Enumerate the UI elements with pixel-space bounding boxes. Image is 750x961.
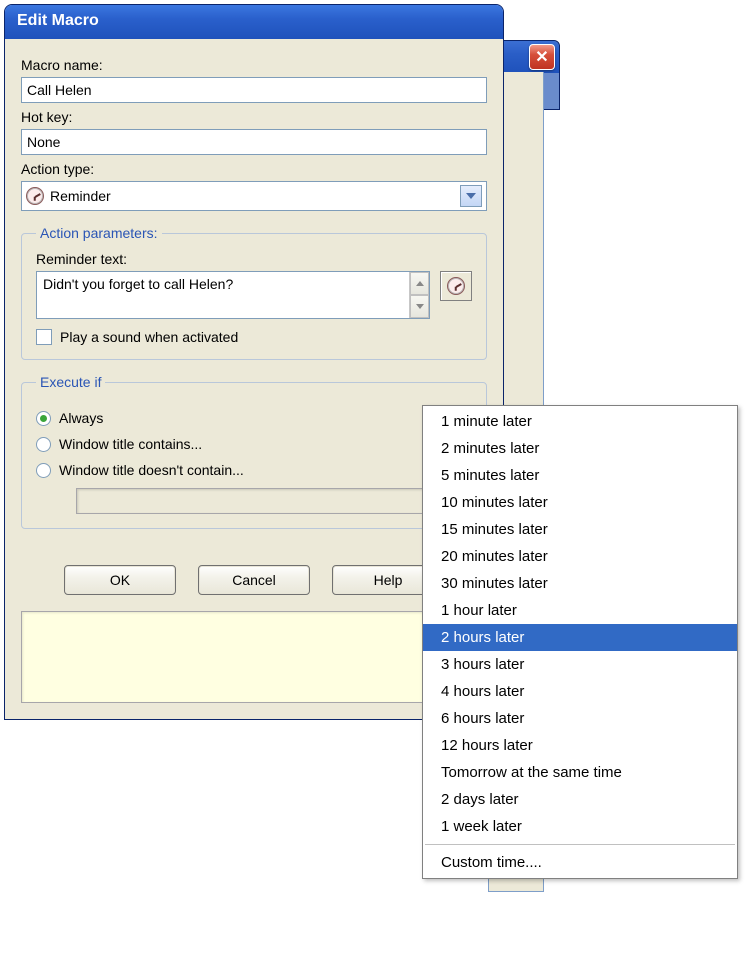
spin-up-button[interactable] [410, 272, 429, 295]
time-menu-item[interactable]: Tomorrow at the same time [423, 759, 737, 786]
close-icon: ✕ [535, 47, 548, 67]
chevron-down-icon [416, 304, 424, 309]
time-menu-item[interactable]: 3 hours later [423, 651, 737, 678]
execute-if-group: Execute if Always Window title contains.… [21, 374, 487, 529]
time-menu-item[interactable]: 5 minutes later [423, 462, 737, 489]
cancel-button[interactable]: Cancel [198, 565, 310, 595]
reminder-text-label: Reminder text: [36, 251, 472, 267]
action-type-value: Reminder [50, 188, 454, 204]
dialog-title: Edit Macro [5, 5, 503, 39]
time-menu-item[interactable]: 12 hours later [423, 732, 737, 759]
ok-button[interactable]: OK [64, 565, 176, 595]
title-match-input [76, 488, 472, 514]
radio-always[interactable] [36, 411, 51, 426]
hotkey-input[interactable] [21, 129, 487, 155]
reminder-text-input[interactable] [37, 272, 409, 318]
play-sound-checkbox[interactable] [36, 329, 52, 345]
radio-title-contains-row[interactable]: Window title contains... [36, 436, 472, 452]
hotkey-label: Hot key: [21, 109, 487, 125]
radio-title-contains[interactable] [36, 437, 51, 452]
macro-name-input[interactable] [21, 77, 487, 103]
reminder-time-button[interactable] [440, 271, 472, 301]
action-parameters-legend: Action parameters: [36, 225, 162, 241]
reminder-text-wrap [36, 271, 430, 319]
execute-if-legend: Execute if [36, 374, 105, 390]
radio-always-row[interactable]: Always [36, 410, 472, 426]
time-menu-custom[interactable]: Custom time.... [423, 849, 737, 876]
action-type-label: Action type: [21, 161, 487, 177]
chevron-down-icon [466, 193, 476, 199]
time-menu-item[interactable]: 20 minutes later [423, 543, 737, 570]
dialog-button-row: OK Cancel Help [21, 565, 487, 595]
time-menu-item[interactable]: 1 minute later [423, 408, 737, 435]
time-menu-item[interactable]: 4 hours later [423, 678, 737, 705]
action-parameters-group: Action parameters: Reminder text: Play a… [21, 225, 487, 360]
radio-always-label: Always [59, 410, 103, 426]
spin-down-button[interactable] [410, 295, 429, 318]
time-menu-item[interactable]: 2 days later [423, 786, 737, 813]
time-menu-item[interactable]: 2 hours later [423, 624, 737, 651]
combo-dropdown-button[interactable] [460, 185, 482, 207]
time-menu-item[interactable]: 6 hours later [423, 705, 737, 732]
play-sound-label: Play a sound when activated [60, 329, 238, 345]
time-popup-menu: 1 minute later2 minutes later5 minutes l… [422, 405, 738, 879]
time-menu-item[interactable]: 1 hour later [423, 597, 737, 624]
reminder-icon [26, 187, 44, 205]
time-menu-item[interactable]: 2 minutes later [423, 435, 737, 462]
radio-title-not-contains-row[interactable]: Window title doesn't contain... [36, 462, 472, 478]
time-menu-item[interactable]: 15 minutes later [423, 516, 737, 543]
radio-title-contains-label: Window title contains... [59, 436, 202, 452]
clock-icon [447, 277, 465, 295]
menu-separator [425, 844, 735, 845]
macro-name-label: Macro name: [21, 57, 487, 73]
preview-pane [21, 611, 487, 703]
action-type-combo[interactable]: Reminder [21, 181, 487, 211]
time-menu-item[interactable]: 10 minutes later [423, 489, 737, 516]
radio-title-not-contains-label: Window title doesn't contain... [59, 462, 244, 478]
play-sound-row[interactable]: Play a sound when activated [36, 329, 472, 345]
chevron-up-icon [416, 281, 424, 286]
close-button[interactable]: ✕ [529, 44, 555, 70]
time-menu-item[interactable]: 30 minutes later [423, 570, 737, 597]
radio-title-not-contains[interactable] [36, 463, 51, 478]
reminder-text-spinner [409, 272, 429, 318]
time-menu-item[interactable]: 1 week later [423, 813, 737, 840]
